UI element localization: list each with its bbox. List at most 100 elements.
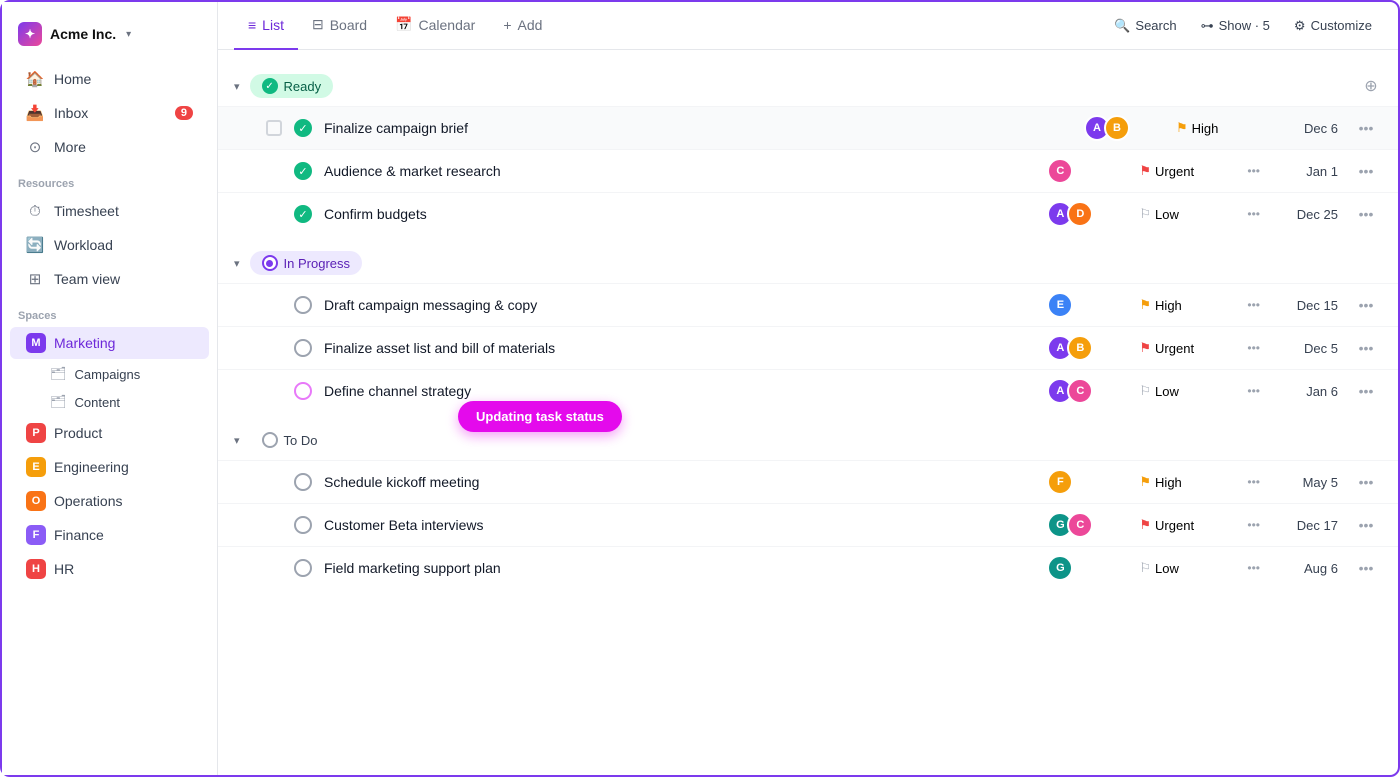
task-priority: ⚐ Low <box>1139 206 1229 222</box>
search-button[interactable]: 🔍 Search <box>1104 13 1186 39</box>
group-label: To Do <box>284 433 318 448</box>
tab-board[interactable]: ⊟ Board <box>298 2 381 50</box>
sidebar-item-workload[interactable]: 🔄 Workload <box>10 229 209 261</box>
list-icon: ≡ <box>248 17 256 33</box>
task-priority: ⚑ Urgent <box>1139 163 1229 179</box>
operations-space-icon: O <box>26 491 46 511</box>
group-header-ready[interactable]: ▾ ✓ Ready ⊕ <box>218 66 1398 106</box>
group-header-inprogress[interactable]: ▾ In Progress <box>218 243 1398 283</box>
task-avatars: A D <box>1047 201 1127 227</box>
sidebar-sub-campaigns[interactable]: 🗂 Campaigns <box>10 361 209 387</box>
sidebar-item-inbox[interactable]: 📥 Inbox 9 <box>10 97 209 129</box>
task-date: Aug 6 <box>1278 561 1338 576</box>
sidebar-item-label: Marketing <box>54 335 115 351</box>
task-status-todo-icon <box>294 473 312 491</box>
priority-flag-icon: ⚑ <box>1139 340 1151 356</box>
task-status-todo-icon <box>294 516 312 534</box>
sidebar-item-label: Workload <box>54 237 113 253</box>
priority-label: Low <box>1155 384 1179 399</box>
tab-calendar[interactable]: 📅 Calendar <box>381 2 489 50</box>
group-label: In Progress <box>284 256 350 271</box>
resources-section-label: Resources <box>2 168 217 194</box>
task-status-inprogress-icon[interactable] <box>294 382 312 400</box>
show-label: Show · 5 <box>1219 18 1270 33</box>
sidebar-item-product[interactable]: P Product <box>10 417 209 449</box>
main-content: ≡ List ⊟ Board 📅 Calendar + Add 🔍 Search… <box>218 2 1398 775</box>
group-add-button[interactable]: ⊕ <box>1360 75 1382 97</box>
avatar: E <box>1047 292 1073 318</box>
sidebar-item-hr[interactable]: H HR <box>10 553 209 585</box>
inbox-badge: 9 <box>175 106 193 120</box>
task-more-button[interactable]: ••• <box>1350 515 1382 535</box>
sidebar-item-label: Team view <box>54 271 120 287</box>
task-more-button[interactable]: ••• <box>1350 558 1382 578</box>
sidebar-item-marketing[interactable]: M Marketing <box>10 327 209 359</box>
tab-label: Add <box>518 17 543 33</box>
table-row: Field marketing support plan G ⚐ Low •••… <box>218 546 1398 589</box>
sidebar: ✦ Acme Inc. ▾ 🏠 Home 📥 Inbox 9 ⊙ More Re… <box>2 2 218 775</box>
task-more-button[interactable]: ••• <box>1350 204 1382 224</box>
task-checkbox[interactable] <box>266 120 282 136</box>
table-row: Draft campaign messaging & copy E ⚑ High… <box>218 283 1398 326</box>
chevron-down-icon: ▾ <box>126 29 131 40</box>
priority-flag-icon: ⚑ <box>1139 474 1151 490</box>
group-badge-inprogress: In Progress <box>250 251 362 275</box>
task-more-button[interactable]: ••• <box>1350 381 1382 401</box>
sidebar-item-label: Campaigns <box>75 367 141 382</box>
tooltip-updating-status: Updating task status <box>458 401 622 432</box>
workload-icon: 🔄 <box>26 236 44 254</box>
folder-icon: 🗂 <box>50 366 67 382</box>
add-icon: + <box>503 17 511 33</box>
task-priority: ⚐ Low <box>1139 560 1229 576</box>
task-extra-dots: ••• <box>1241 473 1266 491</box>
group-badge-ready: ✓ Ready <box>250 74 334 98</box>
sidebar-item-finance[interactable]: F Finance <box>10 519 209 551</box>
sidebar-item-label: Timesheet <box>54 203 119 219</box>
task-avatars: G <box>1047 555 1127 581</box>
task-extra-dots: ••• <box>1241 162 1266 180</box>
chevron-down-icon: ▾ <box>234 257 240 270</box>
chevron-down-icon: ▾ <box>234 80 240 93</box>
app-logo[interactable]: ✦ Acme Inc. ▾ <box>2 14 217 62</box>
task-avatars: G C <box>1047 512 1127 538</box>
priority-label: Low <box>1155 207 1179 222</box>
sidebar-item-teamview[interactable]: ⊞ Team view <box>10 263 209 295</box>
task-more-button[interactable]: ••• <box>1350 472 1382 492</box>
sidebar-item-label: HR <box>54 561 74 577</box>
avatar: D <box>1067 201 1093 227</box>
avatar: C <box>1067 378 1093 404</box>
sidebar-item-engineering[interactable]: E Engineering <box>10 451 209 483</box>
sidebar-sub-content[interactable]: 🗂 Content <box>10 389 209 415</box>
tab-label: Board <box>330 17 367 33</box>
task-more-button[interactable]: ••• <box>1350 161 1382 181</box>
sidebar-item-operations[interactable]: O Operations <box>10 485 209 517</box>
timesheet-icon: ⏱ <box>26 202 44 220</box>
task-more-button[interactable]: ••• <box>1350 338 1382 358</box>
task-date: Jan 1 <box>1278 164 1338 179</box>
sidebar-item-more[interactable]: ⊙ More <box>10 131 209 163</box>
customize-button[interactable]: ⚙ Customize <box>1284 13 1382 39</box>
product-space-icon: P <box>26 423 46 443</box>
show-button[interactable]: ⊶ Show · 5 <box>1191 13 1280 39</box>
customize-label: Customize <box>1311 18 1372 33</box>
task-more-button[interactable]: ••• <box>1350 295 1382 315</box>
priority-label: High <box>1155 298 1182 313</box>
spaces-section-label: Spaces <box>2 300 217 326</box>
sidebar-item-home[interactable]: 🏠 Home <box>10 63 209 95</box>
priority-flag-icon: ⚑ <box>1139 163 1151 179</box>
more-icon: ⊙ <box>26 138 44 156</box>
group-header-todo[interactable]: ▾ To Do <box>218 420 1398 460</box>
tab-add[interactable]: + Add <box>489 2 556 50</box>
task-date: Dec 25 <box>1278 207 1338 222</box>
avatar: C <box>1047 158 1073 184</box>
show-icon: ⊶ <box>1201 18 1214 34</box>
sidebar-item-timesheet[interactable]: ⏱ Timesheet <box>10 195 209 227</box>
task-date: Dec 5 <box>1278 341 1338 356</box>
task-more-button[interactable]: ••• <box>1350 118 1382 138</box>
tab-list[interactable]: ≡ List <box>234 2 298 50</box>
table-row: ✓ Confirm budgets A D ⚐ Low ••• Dec 25 •… <box>218 192 1398 235</box>
sidebar-item-label: Inbox <box>54 105 88 121</box>
avatar: F <box>1047 469 1073 495</box>
topbar-actions: 🔍 Search ⊶ Show · 5 ⚙ Customize <box>1104 13 1382 39</box>
task-status-ready-icon: ✓ <box>294 162 312 180</box>
